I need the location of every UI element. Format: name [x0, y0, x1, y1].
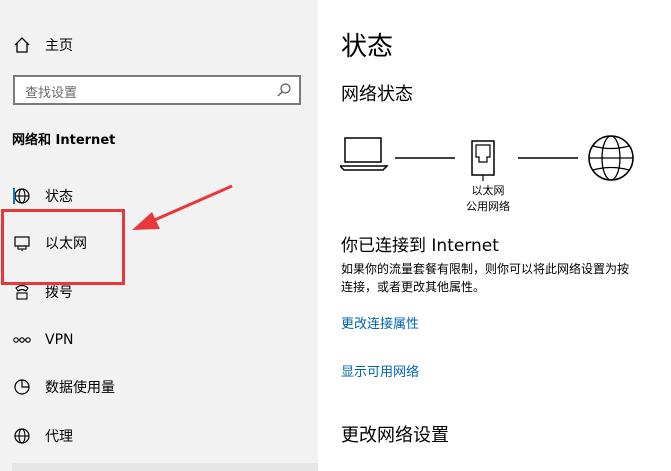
connected-description: 如果你的流量套餐有限制，则你可以将此网络设置为按 连接，或者更改其他属性。: [341, 260, 671, 296]
data-usage-icon: [14, 379, 30, 395]
sidebar-item-label: VPN: [45, 332, 74, 348]
description-line: 如果你的流量套餐有限制，则你可以将此网络设置为按: [341, 262, 630, 276]
sidebar-item-label: 主页: [45, 38, 73, 54]
home-icon: [14, 37, 30, 53]
connected-title: 你已连接到 Internet: [341, 236, 499, 256]
sidebar: 主页 查找设置 网络和 Internet 状态 以太网 拨号 VPN 数据使用量…: [0, 0, 318, 471]
network-status-title: 网络状态: [341, 84, 413, 105]
description-line: 连接，或者更改其他属性。: [341, 280, 486, 294]
search-icon: [277, 83, 291, 97]
internet-globe-icon: [588, 135, 634, 181]
sidebar-item-label: 数据使用量: [45, 380, 115, 396]
annotation-highlight-box: [1, 209, 125, 285]
sidebar-item-proxy[interactable]: 代理: [0, 416, 318, 456]
change-network-settings-title: 更改网络设置: [341, 425, 449, 446]
annotation-arrow-icon: [132, 184, 233, 230]
show-available-networks-link[interactable]: 显示可用网络: [341, 361, 419, 380]
sidebar-item-vpn[interactable]: VPN: [0, 320, 318, 360]
change-connection-properties-link[interactable]: 更改连接属性: [341, 313, 419, 332]
status-globe-icon: [13, 188, 30, 204]
network-label: 以太网 公用网络: [448, 183, 528, 215]
dialup-icon: [15, 284, 29, 300]
search-input[interactable]: 查找设置: [13, 75, 301, 105]
proxy-globe-icon: [14, 428, 30, 444]
network-name: 以太网: [471, 184, 505, 197]
vpn-icon: [13, 337, 31, 343]
ethernet-port-icon: [471, 140, 495, 181]
search-placeholder: 查找设置: [25, 86, 78, 101]
laptop-icon: [340, 137, 389, 171]
sidebar-item-data-usage[interactable]: 数据使用量: [0, 367, 318, 407]
sidebar-item-label: 拨号: [45, 285, 73, 301]
sidebar-bottom-strip: [12, 463, 318, 471]
sidebar-item-home[interactable]: 主页: [0, 25, 318, 65]
sidebar-item-label: 代理: [45, 429, 73, 445]
sidebar-item-label: 状态: [45, 189, 73, 205]
network-type: 公用网络: [466, 200, 510, 213]
section-title: 网络和 Internet: [12, 133, 116, 148]
page-title: 状态: [341, 32, 394, 62]
main-panel: 状态 网络状态 以太网 公用网络 你已连接到 Internet 如果你的流量套餐…: [318, 0, 671, 471]
